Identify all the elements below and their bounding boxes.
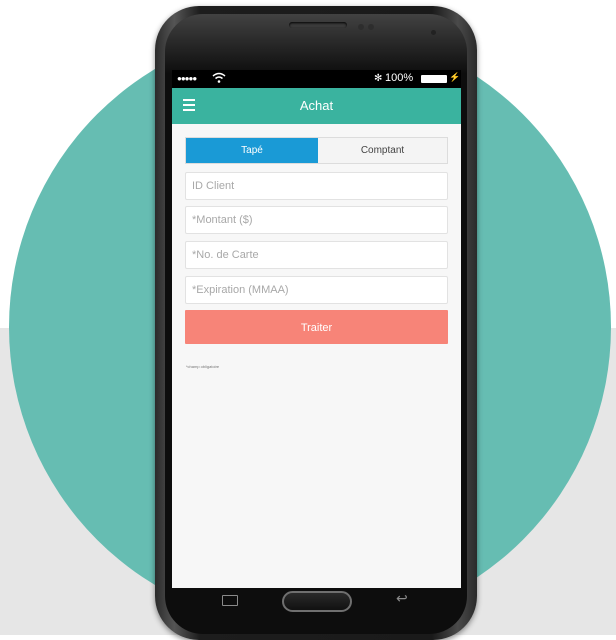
front-camera-icon (431, 30, 436, 35)
home-button[interactable] (282, 591, 352, 612)
battery-icon (421, 75, 447, 83)
charging-icon: ⚡ (449, 72, 461, 82)
process-button[interactable]: Traiter (185, 310, 448, 344)
payment-type-toggle: Tapé Comptant (185, 137, 448, 164)
required-field-note: *champ obligatoire (186, 364, 220, 369)
battery-percent: 100% (385, 72, 414, 84)
signal-strength: ●●●●● (177, 74, 197, 83)
tab-tape[interactable]: Tapé (186, 138, 318, 163)
phone-screen: ●●●●● ✻ 100% ⚡ Achat Tapé Comptant Trait… (172, 70, 461, 588)
card-number-field[interactable] (185, 241, 448, 269)
status-bar: ●●●●● ✻ 100% ⚡ (172, 70, 461, 88)
sensor-icon (358, 24, 364, 30)
sensor-icon (368, 24, 374, 30)
bluetooth-icon: ✻ (374, 73, 383, 84)
wifi-icon (212, 72, 226, 83)
tab-comptant[interactable]: Comptant (318, 138, 447, 163)
page-title: Achat (299, 98, 334, 113)
back-icon[interactable]: ↩ (396, 590, 408, 607)
expiration-field[interactable] (185, 276, 448, 304)
amount-field[interactable] (185, 206, 448, 234)
app-bar: Achat (172, 88, 461, 124)
client-id-field[interactable] (185, 172, 448, 200)
speaker-grille (289, 22, 347, 28)
recent-apps-icon[interactable] (222, 595, 238, 606)
